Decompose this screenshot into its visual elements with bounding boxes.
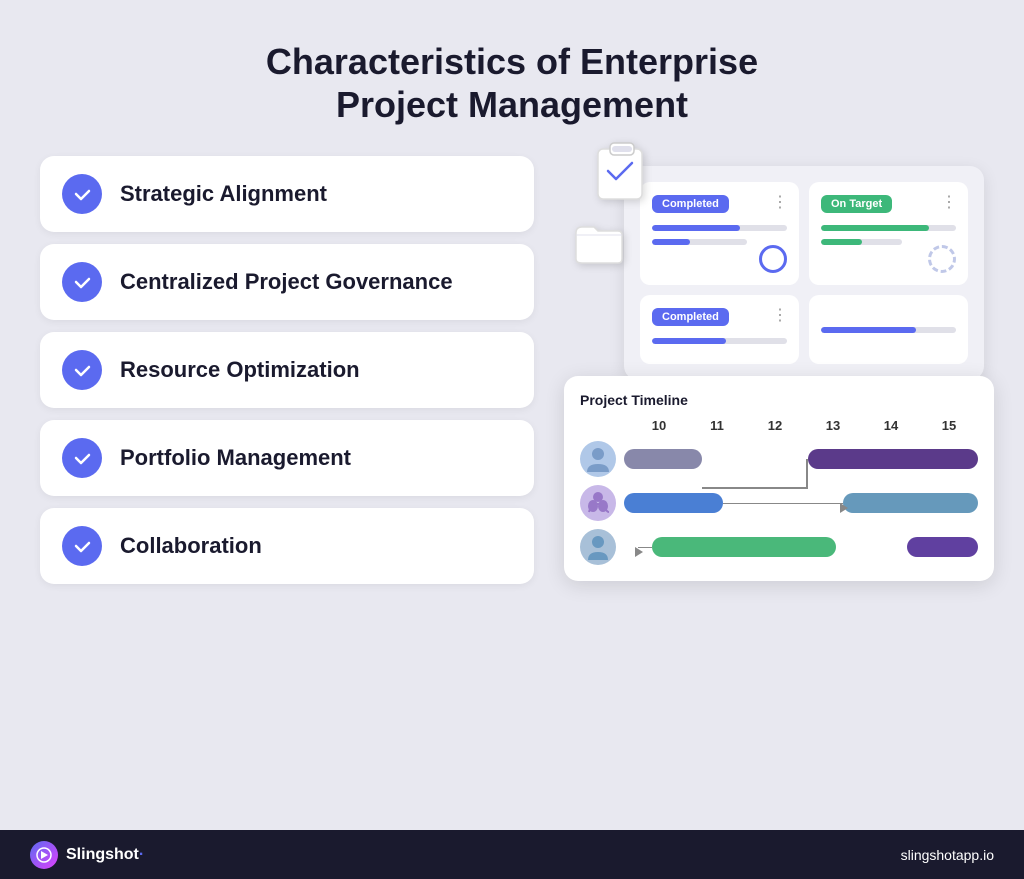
- footer-brand: Slingshot·: [30, 841, 144, 869]
- item-label-4: Portfolio Management: [120, 445, 351, 471]
- folder-icon: [574, 221, 624, 270]
- slingshot-logo-icon: [30, 841, 58, 869]
- progress-bar-3: [652, 338, 787, 344]
- list-item-portfolio-management: Portfolio Management: [40, 420, 534, 496]
- timeline-header: 10 11 12 13 14 15: [580, 418, 978, 433]
- gantt-rows: [580, 441, 978, 565]
- content-area: Strategic Alignment Centralized Project …: [40, 156, 984, 810]
- clipboard-icon: [594, 141, 650, 208]
- col-14: 14: [862, 418, 920, 433]
- timeline-panel: Project Timeline 10 11 12 13 14 15: [564, 376, 994, 581]
- page-title: Characteristics of Enterprise Project Ma…: [40, 40, 984, 126]
- gantt-row-2: [580, 485, 978, 521]
- timeline-title: Project Timeline: [580, 392, 978, 408]
- check-icon-2: [62, 262, 102, 302]
- status-badge-completed-1: Completed: [652, 195, 729, 213]
- status-card-3: Completed ⋮: [640, 295, 799, 364]
- status-card-4: [809, 295, 968, 364]
- col-15: 15: [920, 418, 978, 433]
- avatar-1: [580, 441, 616, 477]
- item-label-2: Centralized Project Governance: [120, 269, 453, 295]
- avatar-3: [580, 529, 616, 565]
- status-circle-2: [928, 245, 956, 273]
- progress-bar-1: [652, 225, 787, 245]
- item-label-3: Resource Optimization: [120, 357, 360, 383]
- item-label-1: Strategic Alignment: [120, 181, 327, 207]
- status-cards-panel: Completed ⋮ On Target ⋮: [624, 166, 984, 380]
- brand-name: Slingshot·: [66, 846, 144, 864]
- footer-url: slingshotapp.io: [901, 847, 994, 863]
- gantt-bar-area-3: [624, 537, 978, 557]
- list-item-collaboration: Collaboration: [40, 508, 534, 584]
- main-container: Characteristics of Enterprise Project Ma…: [0, 0, 1024, 830]
- gantt-row-3: [580, 529, 978, 565]
- gantt-bar-area-2: [624, 493, 978, 513]
- col-13: 13: [804, 418, 862, 433]
- left-panel: Strategic Alignment Centralized Project …: [40, 156, 534, 810]
- status-card-2: On Target ⋮: [809, 182, 968, 285]
- list-item-strategic-alignment: Strategic Alignment: [40, 156, 534, 232]
- footer: Slingshot· slingshotapp.io: [0, 830, 1024, 879]
- col-11: 11: [688, 418, 746, 433]
- check-icon-1: [62, 174, 102, 214]
- status-badge-completed-2: Completed: [652, 308, 729, 326]
- more-dots-1[interactable]: ⋮: [772, 192, 789, 212]
- status-badge-ontarget: On Target: [821, 195, 892, 213]
- col-10: 10: [630, 418, 688, 433]
- status-circle-1: [759, 245, 787, 273]
- check-icon-3: [62, 350, 102, 390]
- check-icon-4: [62, 438, 102, 478]
- more-dots-3[interactable]: ⋮: [772, 305, 789, 325]
- status-card-1: Completed ⋮: [640, 182, 799, 285]
- gantt-bar-area-1: [624, 449, 978, 469]
- check-icon-5: [62, 526, 102, 566]
- list-item-centralized-governance: Centralized Project Governance: [40, 244, 534, 320]
- gantt-row-1: [580, 441, 978, 477]
- progress-bar-2: [821, 225, 956, 245]
- avatar-2: [580, 485, 616, 521]
- more-dots-2[interactable]: ⋮: [941, 192, 958, 212]
- item-label-5: Collaboration: [120, 533, 262, 559]
- list-item-resource-optimization: Resource Optimization: [40, 332, 534, 408]
- col-12: 12: [746, 418, 804, 433]
- right-panel: Completed ⋮ On Target ⋮: [564, 156, 984, 810]
